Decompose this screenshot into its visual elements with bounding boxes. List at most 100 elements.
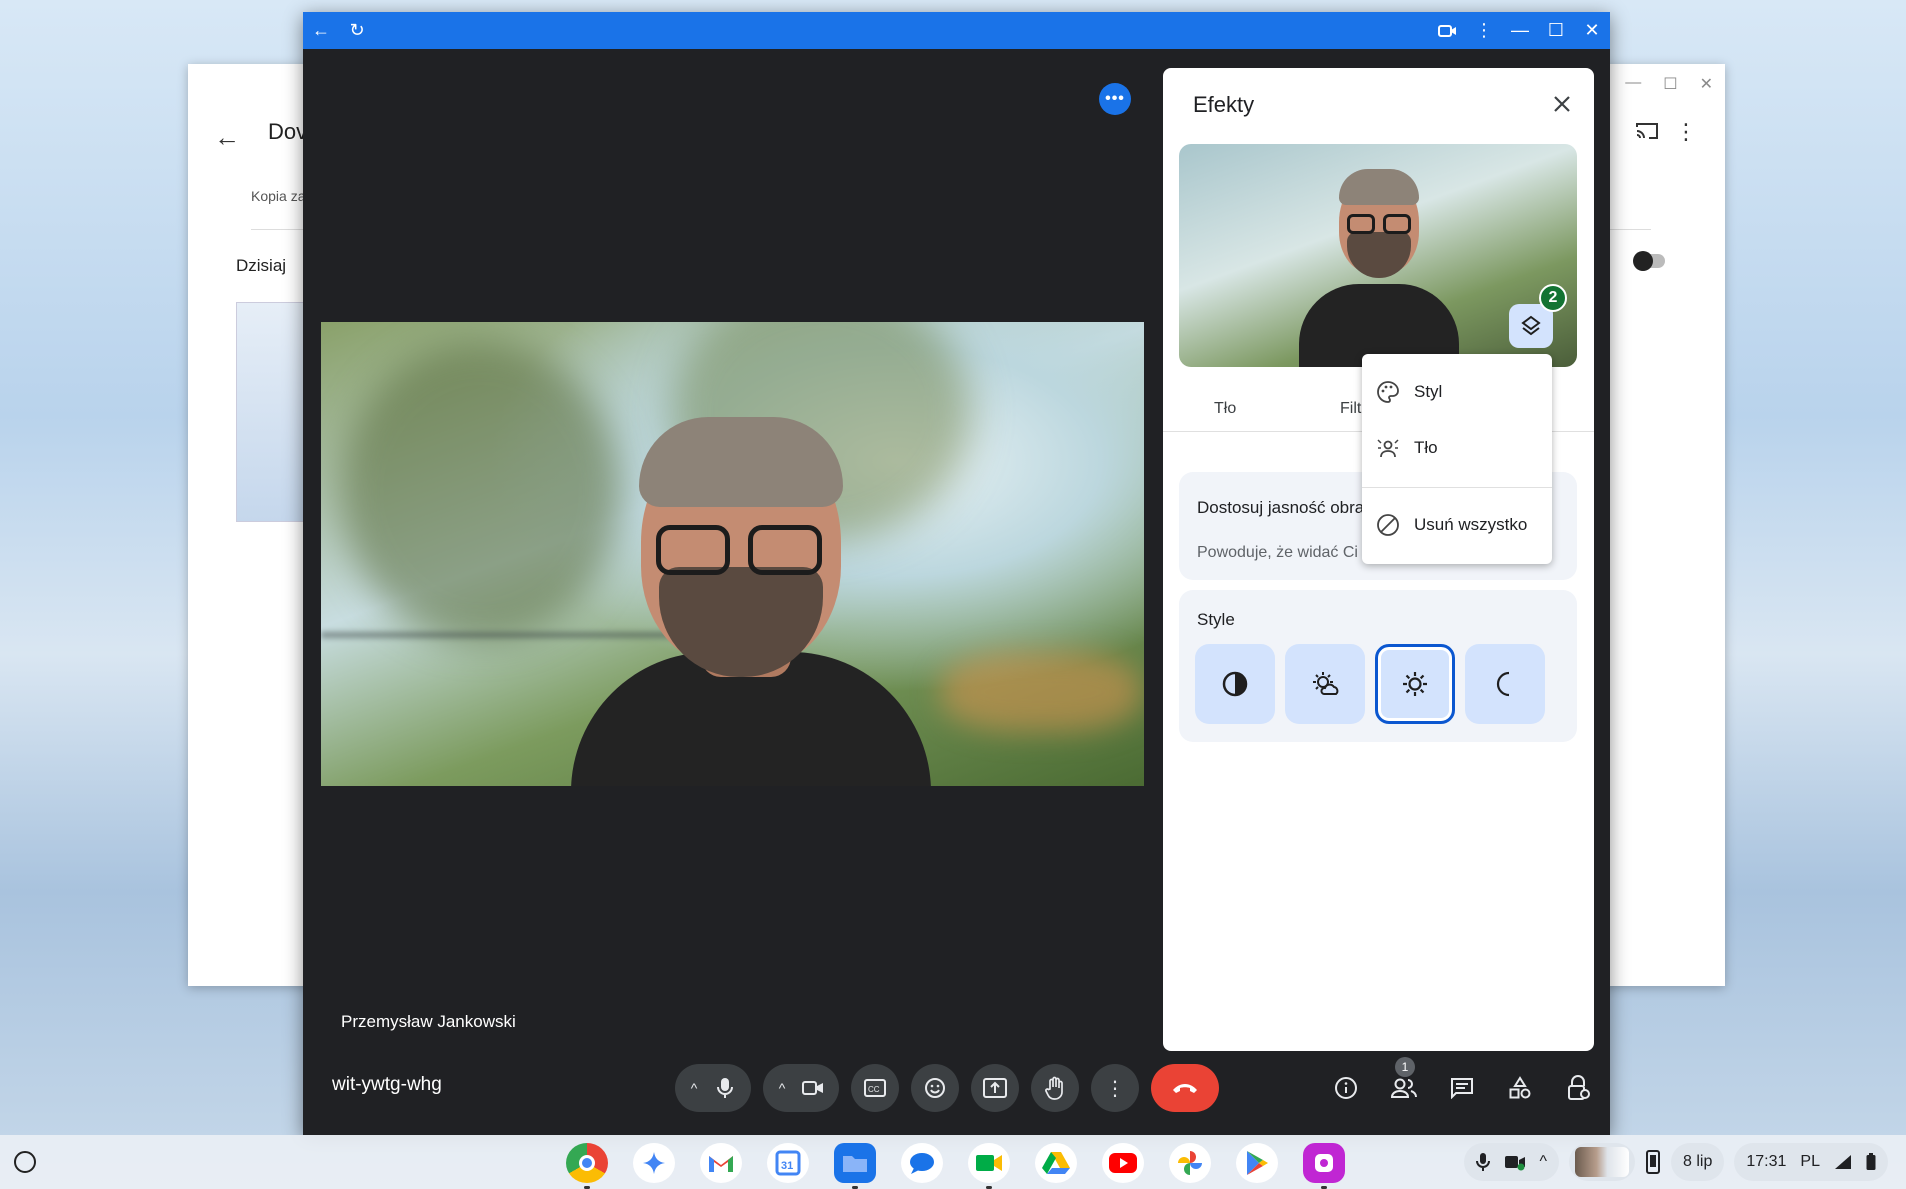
camera-control-group: ^ — [763, 1064, 839, 1112]
reload-icon[interactable]: ↻ — [339, 12, 375, 49]
more-vert-icon[interactable]: ⋮ — [1466, 12, 1502, 49]
youtube-icon[interactable] — [1102, 1143, 1144, 1183]
present-button[interactable] — [971, 1064, 1019, 1112]
svg-text:CC: CC — [868, 1085, 880, 1094]
camera-status-icon[interactable] — [1430, 12, 1466, 49]
participants-count-badge: 1 — [1395, 1057, 1415, 1077]
cast-icon[interactable] — [1635, 121, 1659, 141]
side-controls: 1 — [1322, 1057, 1602, 1112]
videocam-icon — [802, 1081, 823, 1095]
captions-button[interactable]: CC — [851, 1064, 899, 1112]
drive-icon[interactable] — [1035, 1143, 1077, 1183]
more-options-icon[interactable]: ••• — [1099, 83, 1131, 115]
media-controls-pill[interactable]: ^ — [1463, 1143, 1560, 1181]
lock-person-icon — [1568, 1075, 1590, 1100]
file-thumbnail[interactable] — [236, 302, 306, 522]
mic-button[interactable] — [703, 1066, 747, 1110]
call-controls: ^ ^ CC ⋮ — [675, 1064, 1219, 1112]
minimize-icon[interactable]: — — [1625, 74, 1641, 94]
gmail-icon[interactable] — [700, 1143, 742, 1183]
meet-window: ← ↻ ⋮ — ☐ ✕ ••• Przemysław Jankowski wit… — [303, 12, 1610, 1135]
locale-label: PL — [1800, 1153, 1820, 1170]
menu-item-background[interactable]: Tło — [1362, 424, 1552, 472]
contrast-icon — [1222, 671, 1248, 697]
meeting-details-button[interactable] — [1322, 1064, 1370, 1112]
layers-icon — [1521, 315, 1541, 336]
menu-item-style[interactable]: Styl — [1362, 368, 1552, 416]
launcher-icon[interactable] — [14, 1151, 36, 1173]
menu-item-label: Usuń wszystko — [1414, 515, 1528, 534]
background-subtitle: Kopia za — [251, 188, 306, 204]
back-arrow-icon[interactable]: ← — [214, 122, 240, 153]
activities-button[interactable] — [1496, 1064, 1544, 1112]
background-window-controls: — ☐ ✕ — [1625, 74, 1713, 94]
tab-background[interactable]: Tło — [1214, 400, 1236, 418]
self-video-tile — [321, 322, 1144, 786]
brightness-card-title: Dostosuj jasność obra — [1197, 498, 1365, 517]
closed-captions-icon: CC — [864, 1079, 886, 1097]
minimize-icon[interactable]: — — [1502, 12, 1538, 49]
messages-icon[interactable] — [901, 1143, 943, 1183]
chevron-up-icon[interactable]: ^ — [685, 1080, 703, 1096]
more-vert-icon: ⋮ — [1105, 1077, 1125, 1100]
mic-icon — [1475, 1153, 1490, 1171]
play-store-icon[interactable] — [1236, 1143, 1278, 1183]
reactions-button[interactable] — [911, 1064, 959, 1112]
emoji-icon — [925, 1078, 945, 1098]
close-icon[interactable]: ✕ — [1700, 74, 1713, 94]
screencast-icon[interactable] — [1303, 1143, 1345, 1189]
back-icon[interactable]: ← — [303, 12, 339, 49]
applied-effects-count-badge: 2 — [1539, 284, 1567, 312]
menu-item-label: Tło — [1414, 438, 1438, 457]
hand-icon — [1045, 1076, 1063, 1100]
tab-filters[interactable]: Filt — [1340, 400, 1361, 418]
style-option-sun-cloud[interactable] — [1285, 644, 1365, 724]
toggle-switch[interactable] — [1633, 251, 1665, 271]
photos-icon[interactable] — [1169, 1143, 1211, 1183]
sun-cloud-icon — [1313, 672, 1339, 695]
maximize-icon[interactable]: ☐ — [1663, 74, 1677, 94]
gemini-icon[interactable] — [633, 1143, 675, 1183]
mic-control-group: ^ — [675, 1064, 751, 1112]
phone-hub-icon[interactable] — [1645, 1150, 1661, 1174]
leave-call-button[interactable] — [1151, 1064, 1219, 1112]
more-options-button[interactable]: ⋮ — [1091, 1064, 1139, 1112]
signal-icon — [1835, 1155, 1851, 1169]
window-titlebar: ← ↻ ⋮ — ☐ ✕ — [303, 12, 1610, 49]
maximize-icon[interactable]: ☐ — [1538, 12, 1574, 49]
people-button[interactable]: 1 — [1380, 1057, 1428, 1112]
style-option-moon[interactable] — [1465, 644, 1545, 724]
chat-button[interactable] — [1438, 1064, 1486, 1112]
close-icon[interactable] — [1548, 90, 1576, 118]
shelf: 31 ^ 8 lip 17:31 PL — [0, 1135, 1906, 1189]
participant-name: Przemysław Jankowski — [341, 1012, 516, 1031]
style-option-contrast[interactable] — [1195, 644, 1275, 724]
holding-space-thumbnails[interactable] — [1569, 1143, 1636, 1181]
date-pill[interactable]: 8 lip — [1671, 1143, 1725, 1181]
meeting-code: wit-ywtg-whg — [332, 1074, 442, 1095]
camera-button[interactable] — [791, 1066, 835, 1110]
more-vert-icon[interactable]: ⋮ — [1675, 119, 1697, 145]
styles-card-title: Style — [1197, 610, 1235, 629]
block-icon — [1377, 514, 1399, 536]
status-tray: ^ 8 lip 17:31 PL — [1463, 1143, 1888, 1181]
menu-divider — [1362, 487, 1552, 488]
style-option-sun[interactable] — [1375, 644, 1455, 724]
raise-hand-button[interactable] — [1031, 1064, 1079, 1112]
participant-video — [531, 417, 971, 786]
meet-icon[interactable] — [968, 1143, 1010, 1189]
host-controls-button[interactable] — [1554, 1064, 1602, 1112]
chevron-up-icon[interactable]: ^ — [1540, 1153, 1548, 1171]
files-icon[interactable] — [834, 1143, 876, 1189]
shelf-apps: 31 — [566, 1143, 1345, 1189]
chrome-icon[interactable] — [566, 1143, 608, 1189]
date-label: 8 lip — [1683, 1153, 1713, 1170]
background-page-title: Dov — [268, 119, 308, 144]
close-icon[interactable]: ✕ — [1574, 12, 1610, 49]
brightness-card-description: Powoduje, że widać Ci — [1197, 544, 1358, 561]
system-status-pill[interactable]: 17:31 PL — [1734, 1143, 1888, 1181]
applied-effects-menu: Styl Tło Usuń wszystko — [1362, 354, 1552, 564]
calendar-icon[interactable]: 31 — [767, 1143, 809, 1183]
chevron-up-icon[interactable]: ^ — [773, 1080, 791, 1096]
menu-item-remove-all[interactable]: Usuń wszystko — [1362, 501, 1552, 549]
